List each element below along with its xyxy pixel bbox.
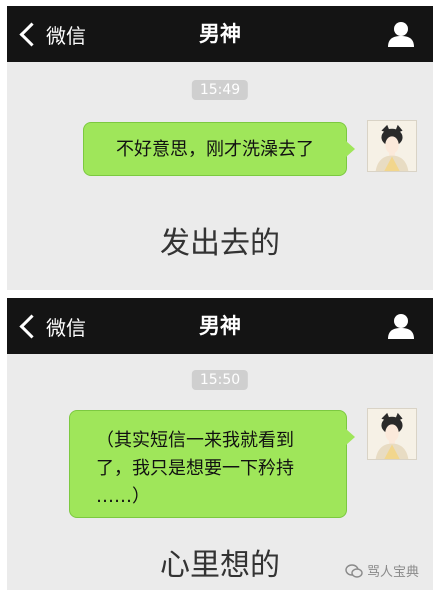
caption-sent: 发出去的: [160, 226, 280, 261]
chat-panel-thought: 微信 男神 15:50 （其实短信一来我就看到 了，我只是想要一下矜持 ……） …: [7, 298, 433, 590]
avatar[interactable]: [367, 408, 417, 460]
chevron-left-icon: [19, 21, 44, 47]
navbar: 微信 男神: [7, 298, 433, 354]
timestamp: 15:49: [191, 80, 249, 100]
chat-panel-sent: 微信 男神 15:49 不好意思，刚才洗澡去了 发出去的: [7, 6, 433, 290]
profile-icon[interactable]: [387, 20, 415, 48]
watermark-text: 骂人宝典: [366, 565, 419, 580]
avatar[interactable]: [367, 120, 417, 172]
message-bubble[interactable]: （其实短信一来我就看到 了，我只是想要一下矜持 ……）: [69, 410, 355, 518]
chevron-left-icon: [19, 313, 44, 339]
watermark: 骂人宝典: [345, 561, 419, 580]
back-label: 微信: [46, 315, 86, 340]
back-label: 微信: [46, 23, 86, 48]
message-line: 了，我只是想要一下矜持: [96, 458, 294, 479]
avatar-image: [368, 121, 416, 171]
message-line: ……）: [96, 486, 150, 507]
message-line: （其实短信一来我就看到: [96, 430, 294, 451]
back-button[interactable]: 微信: [17, 19, 86, 49]
navbar: 微信 男神: [7, 6, 433, 62]
profile-icon[interactable]: [387, 312, 415, 340]
wechat-icon: [345, 563, 363, 578]
back-button[interactable]: 微信: [17, 311, 86, 341]
avatar-image: [368, 409, 416, 459]
timestamp: 15:50: [191, 370, 249, 390]
message-bubble[interactable]: 不好意思，刚才洗澡去了: [83, 122, 355, 176]
